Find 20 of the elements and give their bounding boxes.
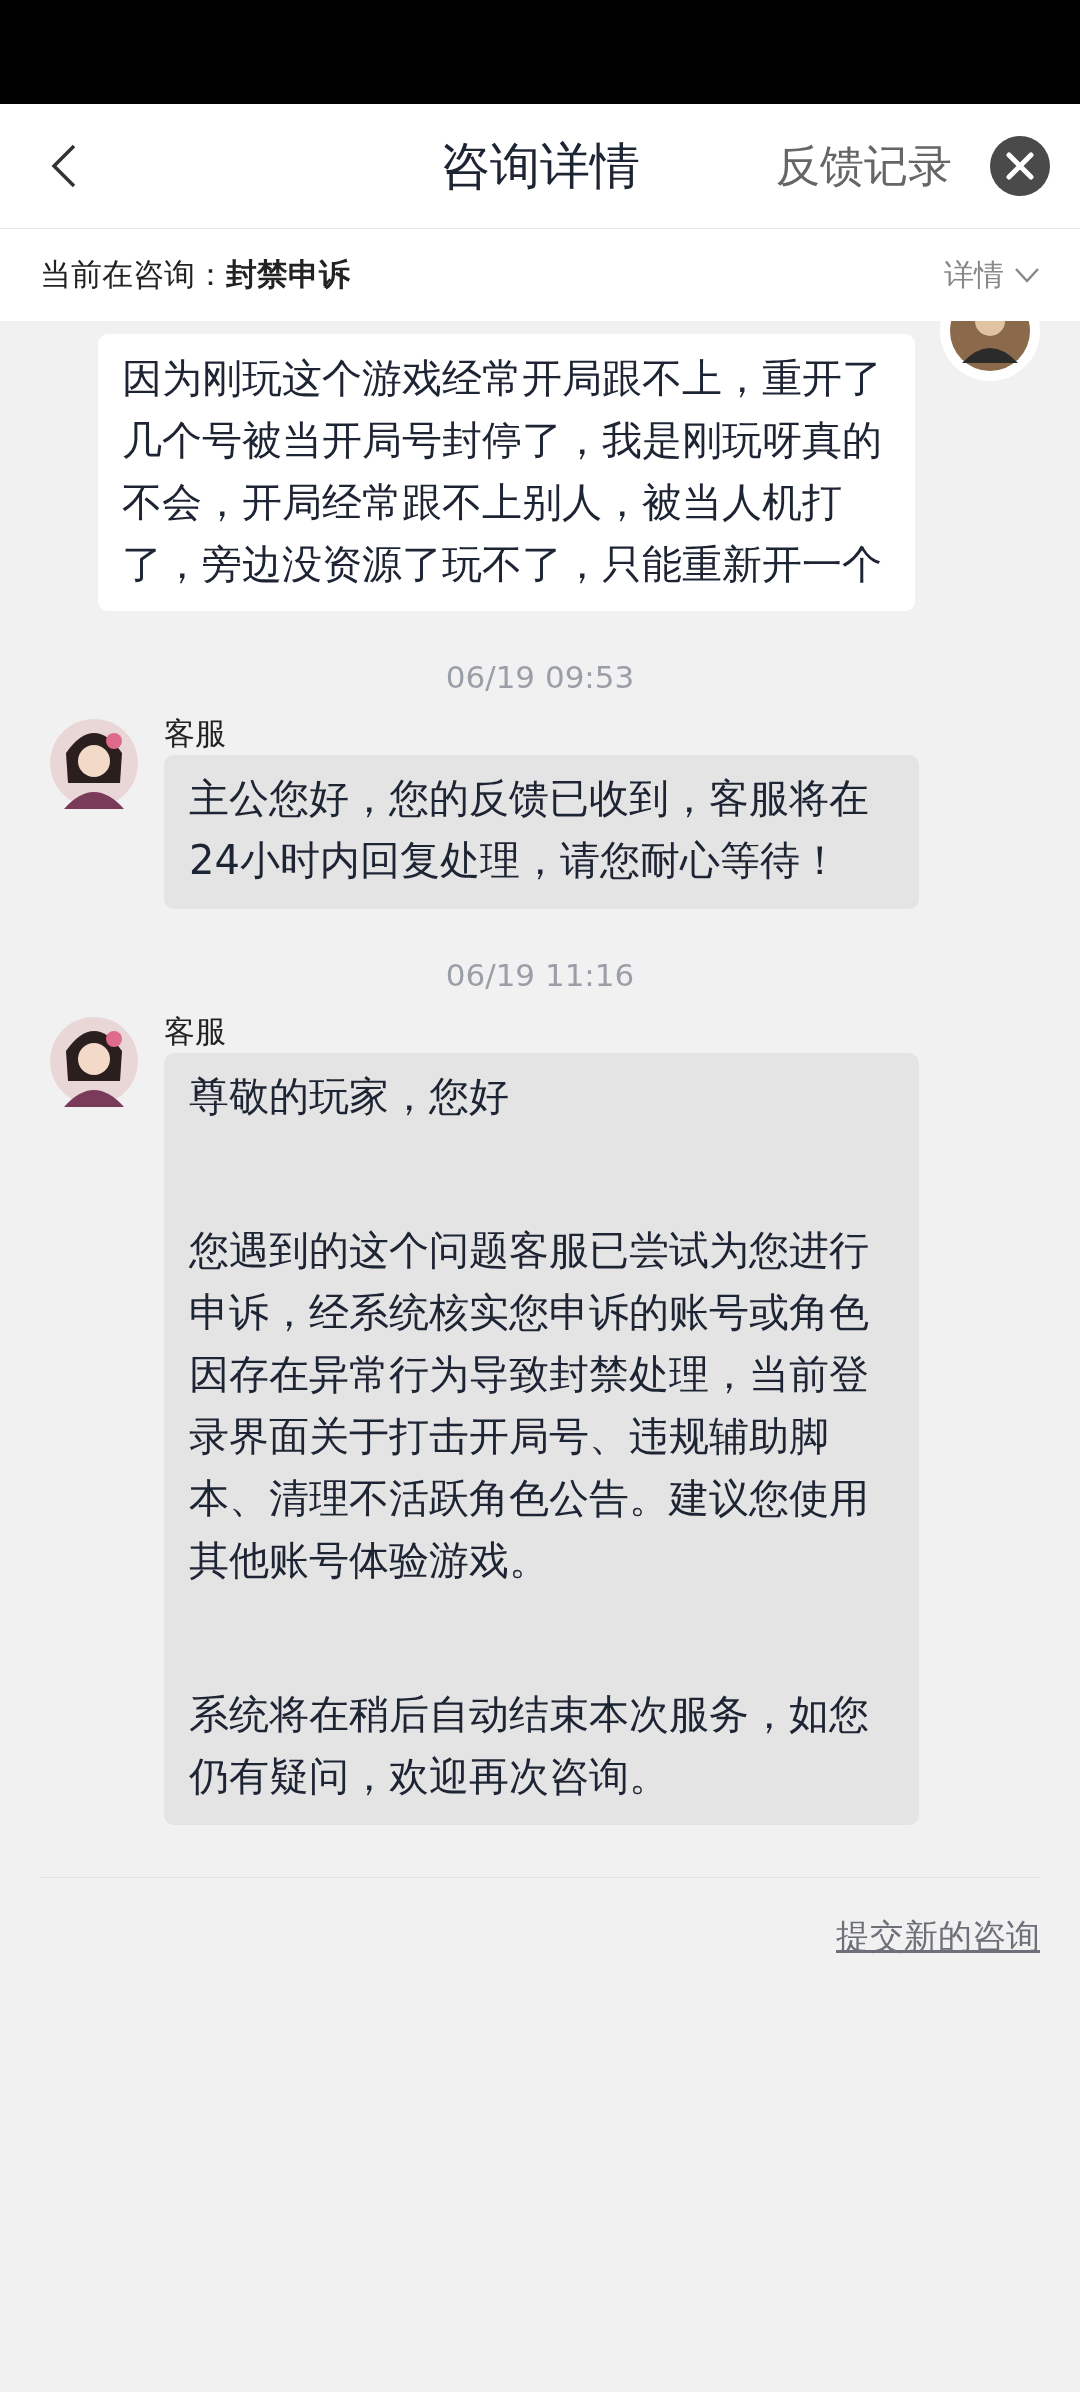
close-icon: [1005, 151, 1035, 181]
timestamp: 06/19 09:53: [444, 658, 636, 697]
back-icon: [50, 143, 78, 189]
chevron-down-icon: [1014, 267, 1040, 283]
new-inquiry-link[interactable]: 提交新的咨询: [836, 1914, 1040, 1960]
topic-label: 当前在咨询：: [40, 255, 226, 294]
sender-name: 客服: [164, 1012, 227, 1051]
close-button[interactable]: [990, 136, 1050, 196]
message-text: 您遇到的这个问题客服已尝试为您进行申诉，经系统核实您申诉的账号或角色因存在异常行为导致封禁处理，当前登录界面关于打击开局号、违规辅助脚本、清理不活跃角色公告。建议您使用其他账号体验游戏。: [189, 1226, 870, 1585]
back-button[interactable]: [50, 143, 78, 189]
topic-name: 封禁申诉: [226, 255, 350, 294]
details-button[interactable]: 详情: [944, 254, 1040, 296]
message-text: 因为刚玩这个游戏经常开局跟不上，重开了几个号被当开局号封停了，我是刚玩呀真的不会，开局经常跟不上别人，被当人机打了，旁边没资源了玩不了，只能重新开一个: [122, 354, 883, 589]
sender-name: 客服: [164, 714, 227, 753]
timestamp: 06/19 11:16: [444, 956, 636, 995]
page-title: 咨询详情: [440, 135, 640, 197]
feedback-records-link[interactable]: 反馈记录: [776, 136, 952, 196]
message-text: 主公您好，您的反馈已收到，客服将在24小时内回复处理，请您耐心等待！: [189, 774, 870, 885]
message-text: 尊敬的玩家，您好: [189, 1072, 510, 1121]
message-text: 系统将在稍后自动结束本次服务，如您仍有疑问，欢迎再次咨询。: [189, 1690, 870, 1801]
